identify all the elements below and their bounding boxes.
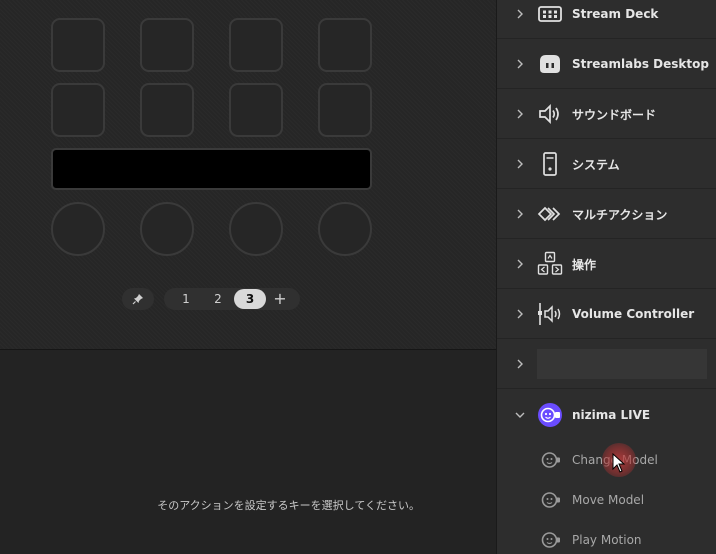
page-tab-2[interactable]: 2 <box>202 289 234 309</box>
key-slot[interactable] <box>318 18 372 72</box>
category-operations[interactable]: 操作 <box>497 240 716 289</box>
category-placeholder <box>537 349 707 379</box>
model-face-icon <box>541 532 560 548</box>
category-nizima-live[interactable]: nizima LIVE <box>497 390 716 439</box>
category-label: マルチアクション <box>572 207 668 222</box>
nizima-live-icon <box>538 402 562 427</box>
key-slot[interactable] <box>140 18 194 72</box>
model-face-icon <box>541 452 560 468</box>
chevron-right-icon <box>517 59 523 69</box>
category-label: 操作 <box>572 257 597 272</box>
chevron-right-icon <box>517 209 523 219</box>
category-multi-action[interactable]: マルチアクション <box>497 190 716 239</box>
chevron-right-icon <box>517 309 523 319</box>
streamlabs-icon <box>540 55 560 73</box>
canvas-area: 1 2 3 + そのアクションを設定するキーを選択してください。 <box>0 0 496 554</box>
device-preview: 1 2 3 + <box>0 0 496 350</box>
property-hint: そのアクションを設定するキーを選択してください。 <box>157 499 420 512</box>
chevron-right-icon <box>517 359 523 369</box>
page-tabs: 1 2 3 + <box>164 288 300 310</box>
chevron-right-icon <box>517 159 523 169</box>
speaker-icon <box>539 103 559 125</box>
arrow-keys-icon <box>537 251 563 275</box>
key-slot[interactable] <box>51 83 105 137</box>
dial-slot[interactable] <box>51 202 105 256</box>
category-stream-deck[interactable]: Stream Deck <box>497 0 716 39</box>
category-label: システム <box>572 157 620 172</box>
touch-strip[interactable] <box>51 148 372 190</box>
dial-slot[interactable] <box>140 202 194 256</box>
chevron-down-icon <box>515 412 525 418</box>
action-label: Play Motion <box>572 533 642 547</box>
chevron-right-icon <box>517 109 523 119</box>
chevron-right-icon <box>517 259 523 269</box>
key-slot[interactable] <box>229 83 283 137</box>
system-tower-icon <box>543 152 557 176</box>
stream-deck-icon <box>538 6 562 22</box>
category-system[interactable]: システム <box>497 140 716 189</box>
category-unnamed[interactable] <box>497 340 716 389</box>
pin-icon <box>132 294 143 305</box>
key-slot[interactable] <box>318 83 372 137</box>
multi-action-icon <box>537 206 561 222</box>
category-volume-controller[interactable]: Volume Controller <box>497 290 716 339</box>
pin-button[interactable] <box>122 288 154 310</box>
dial-slot[interactable] <box>229 202 283 256</box>
page-navigation: 1 2 3 + <box>122 288 300 310</box>
mouse-cursor-icon <box>612 453 626 473</box>
category-label: Volume Controller <box>572 307 695 321</box>
category-label: サウンドボード <box>572 107 657 122</box>
chevron-right-icon <box>517 9 523 19</box>
dial-slot[interactable] <box>318 202 372 256</box>
category-streamlabs-desktop[interactable]: Streamlabs Desktop <box>497 40 716 89</box>
category-soundboard[interactable]: サウンドボード <box>497 90 716 139</box>
action-play-motion[interactable]: Play Motion <box>497 520 716 554</box>
action-move-model[interactable]: Move Model <box>497 480 716 520</box>
key-slot[interactable] <box>51 18 105 72</box>
page-tab-3[interactable]: 3 <box>234 289 266 309</box>
page-tab-1[interactable]: 1 <box>170 289 202 309</box>
category-label: Streamlabs Desktop <box>572 57 709 71</box>
model-face-icon <box>541 492 560 508</box>
action-label: Move Model <box>572 493 645 507</box>
volume-controller-icon <box>538 303 561 325</box>
category-label: Stream Deck <box>572 7 659 21</box>
category-label: nizima LIVE <box>572 407 651 422</box>
key-slot[interactable] <box>229 18 283 72</box>
add-page-button[interactable]: + <box>266 289 294 309</box>
key-slot[interactable] <box>140 83 194 137</box>
